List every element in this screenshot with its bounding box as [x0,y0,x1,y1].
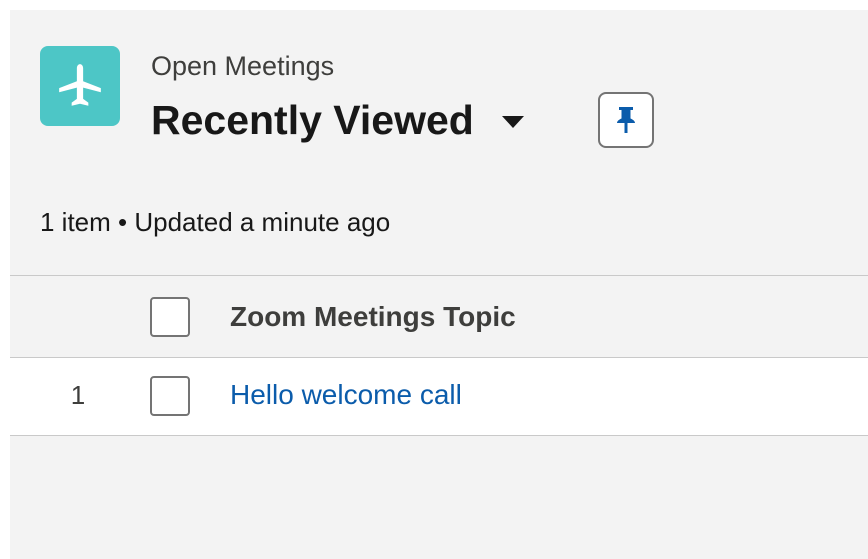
record-link-topic[interactable]: Hello welcome call [230,378,462,412]
list-view-switcher[interactable]: Recently Viewed [151,96,524,144]
open-meetings-object-icon [40,46,120,126]
pin-list-view-button[interactable] [598,92,654,148]
row-select-checkbox[interactable] [150,376,190,416]
table-row: 1 Hello welcome call [10,358,868,436]
airplane-icon [59,64,101,106]
row-number: 1 [70,380,86,410]
object-name-label: Open Meetings [151,51,335,81]
select-all-checkbox[interactable] [150,297,190,337]
caret-down-icon[interactable] [501,116,524,128]
table-header-row: Zoom Meetings Topic [10,275,868,358]
pin-icon [617,107,635,133]
list-view-title: Recently Viewed [151,97,474,143]
list-status-text: 1 item • Updated a minute ago [40,207,391,237]
column-header-zoom-meetings-topic[interactable]: Zoom Meetings Topic [230,300,516,334]
list-view-page: Open Meetings Recently Viewed 1 item • U… [10,10,868,559]
